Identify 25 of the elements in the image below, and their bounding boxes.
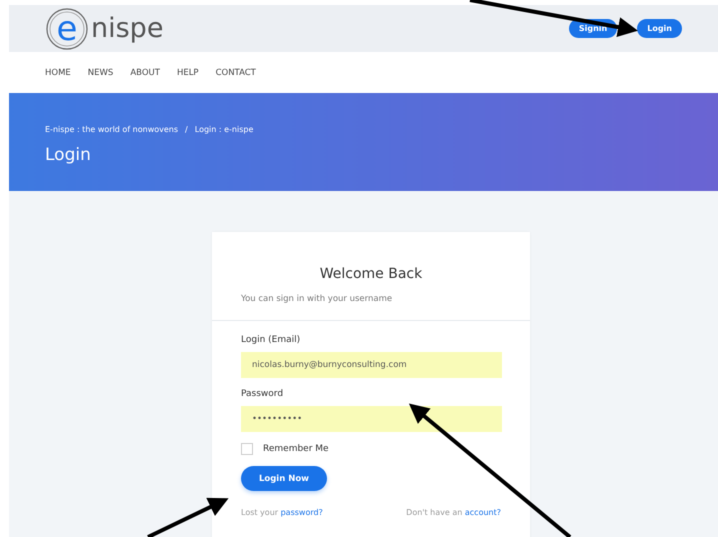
logo-mark: e [45,6,89,50]
breadcrumb-current: Login : e-nispe [194,125,254,134]
page-title: Login [45,145,92,165]
login-button[interactable]: Login Now [241,466,327,491]
breadcrumb-separator: / [185,125,188,134]
text-link[interactable]: account? [464,508,501,517]
help-text: Don't have an account? [406,508,501,517]
checkbox[interactable] [241,443,253,455]
header-button[interactable]: Login [637,19,682,38]
text-link[interactable]: password? [280,508,323,517]
nav-link[interactable]: ABOUT [130,68,160,78]
logo-text: nispe [91,12,164,46]
card-subtitle: You can sign in with your username [241,294,394,304]
input-field[interactable]: •••••••••• [241,406,502,432]
field-label: Password [241,389,284,399]
breadcrumb-link[interactable]: E-nispe : the world of nonwovens [45,125,178,134]
nav-link[interactable]: HELP [176,68,199,78]
field-label: Login (Email) [241,335,302,345]
nav-link[interactable]: HOME [45,68,71,78]
checkbox-label: Remember Me [263,444,329,454]
nav-link[interactable]: NEWS [88,68,114,78]
nav-link[interactable]: CONTACT [216,68,256,78]
card-title: Welcome Back [318,266,424,282]
input-field[interactable]: nicolas.burny@burnyconsulting.com [241,352,502,378]
help-text: Lost your password? [241,508,323,517]
